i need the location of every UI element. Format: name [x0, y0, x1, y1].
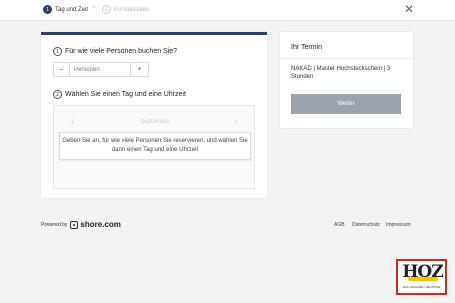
question-text: Wählen Sie einen Tag und eine Uhrzeit [65, 91, 186, 98]
shore-logo-icon [70, 220, 79, 229]
continue-button[interactable]: Weiter [291, 94, 401, 114]
hoz-logo: HOZ DAS HOCHZEIT ZENTRUM [396, 259, 447, 295]
step-number: 1 [43, 5, 52, 14]
question-number: 1 [53, 47, 62, 56]
close-icon[interactable]: ✕ [404, 3, 414, 15]
step-separator: > [92, 5, 96, 11]
question-text: Für wie viele Personen buchen Sie? [65, 48, 178, 55]
calendar-panel: ‹ September › Geben Sie an, für wie viel… [53, 105, 255, 189]
question-number: 2 [53, 90, 62, 99]
logo-swoosh [408, 277, 438, 281]
question-date-time: 2 Wählen Sie einen Tag und eine Uhrzeit [53, 90, 186, 99]
step-number: 2 [102, 5, 111, 14]
service-name: NAKAD | Master Hochsteckschein | 3 Stund… [291, 66, 391, 80]
footer: Powered by shore.com AGB Datenschutz Imp… [0, 220, 455, 230]
impressum-link[interactable]: Impressum [386, 222, 411, 228]
appointment-summary-card: Ihr Termin NAKAD | Master Hochsteckschei… [280, 32, 413, 128]
step-label: Kontaktdaten [114, 6, 150, 13]
step-indicator-1[interactable]: 1 Tag und Zeit [43, 5, 88, 14]
question-persons: 1 Für wie viele Personen buchen Sie? [53, 47, 177, 56]
top-bar: 1 Tag und Zeit > 2 Kontaktdaten ✕ [0, 0, 455, 21]
info-tooltip: Geben Sie an, für wie viele Personen Sie… [59, 132, 251, 160]
persons-input[interactable] [70, 63, 130, 76]
increase-button[interactable]: + [130, 63, 148, 76]
powered-by: Powered by shore.com [41, 220, 121, 229]
powered-by-text: Powered by [41, 221, 68, 228]
divider [280, 58, 413, 59]
booking-card: 1 Für wie viele Personen buchen Sie? – +… [41, 32, 267, 198]
logo-subtitle: DAS HOCHZEIT ZENTRUM [402, 285, 441, 289]
chevron-right-icon[interactable]: › [234, 116, 237, 127]
agb-link[interactable]: AGB [334, 222, 345, 228]
step-label: Tag und Zeit [55, 6, 89, 13]
month-label: September [140, 119, 170, 125]
shore-brand[interactable]: shore.com [80, 220, 120, 229]
persons-stepper: – + [53, 62, 149, 77]
datenschutz-link[interactable]: Datenschutz [352, 222, 380, 228]
step-indicator-2[interactable]: 2 Kontaktdaten [102, 5, 149, 14]
summary-title: Ihr Termin [291, 44, 322, 51]
decrease-button[interactable]: – [54, 63, 70, 76]
